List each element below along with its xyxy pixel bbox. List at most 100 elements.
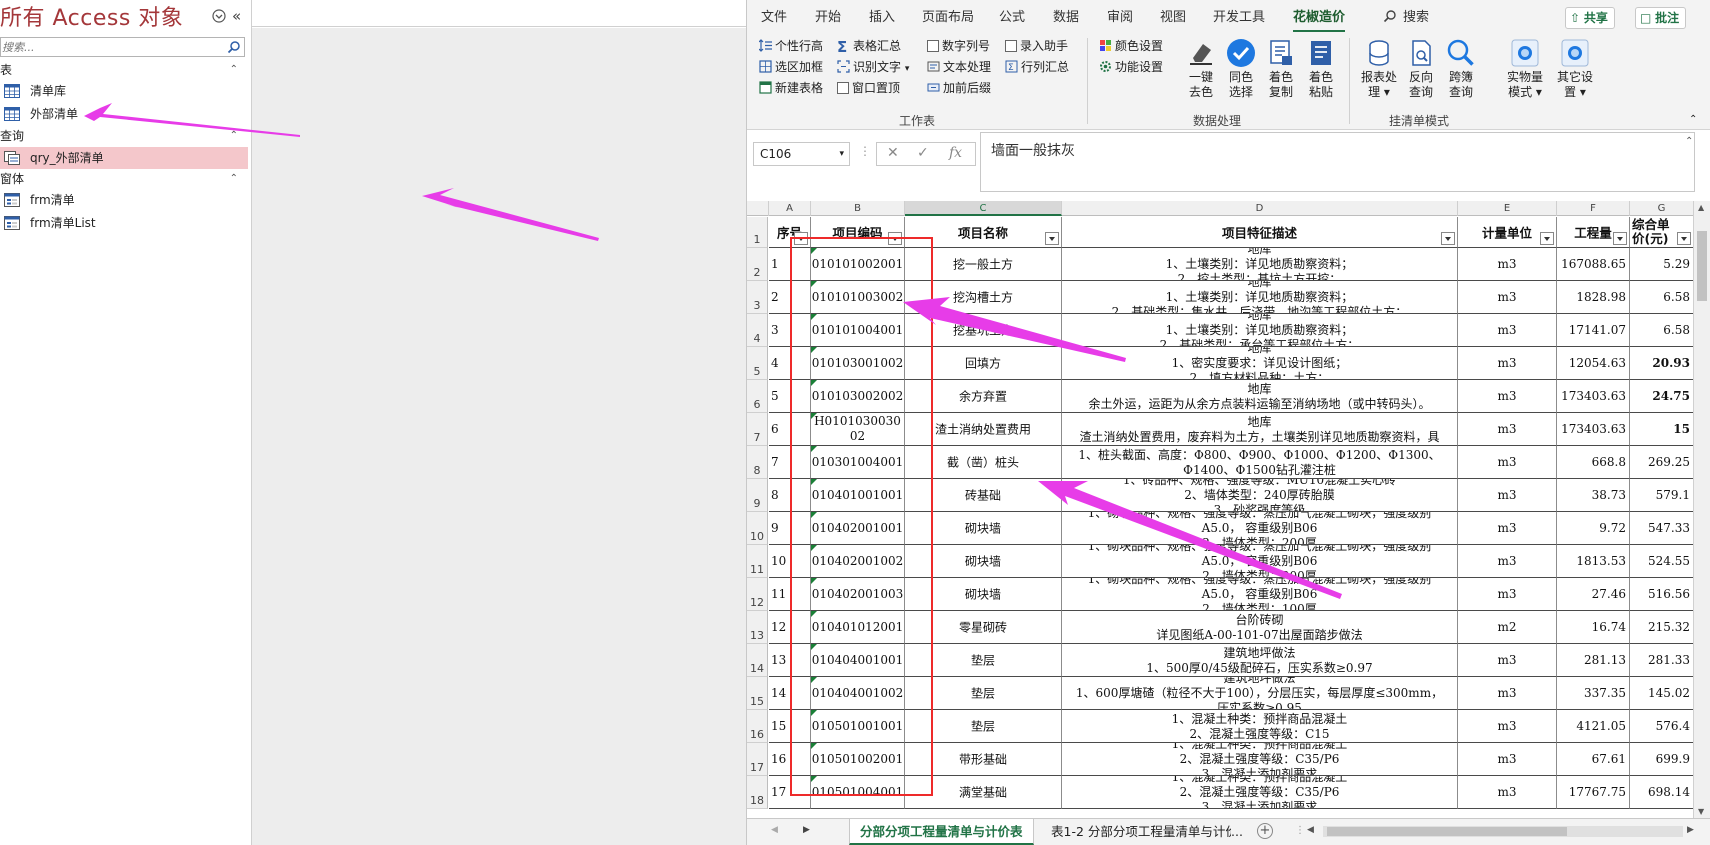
cell-item-name[interactable]: 挖沟槽土方 xyxy=(905,281,1062,314)
sheet-tab[interactable]: 表1-2 分部分项工程量清单与计价表 xyxy=(1041,819,1231,845)
cell-quantity[interactable]: 16.74 xyxy=(1557,611,1630,644)
header-cell-e[interactable]: 计量单位 xyxy=(1458,217,1557,248)
enter-check-icon[interactable]: ✓ xyxy=(917,145,929,161)
cell-quantity[interactable]: 173403.63 xyxy=(1557,413,1630,446)
cell-unit-price[interactable]: 24.75 xyxy=(1630,380,1694,413)
cell-unit[interactable]: m3 xyxy=(1458,578,1557,611)
cell-item-code[interactable]: 010404001001 xyxy=(811,644,905,677)
cell-quantity[interactable]: 4121.05 xyxy=(1557,710,1630,743)
cell-unit-price[interactable]: 6.58 xyxy=(1630,281,1694,314)
cell-item-description[interactable]: 地库 余土外运，运距为从余方点装料运输至消纳场地（或中转码头）。 xyxy=(1062,380,1458,413)
cell-quantity[interactable]: 668.8 xyxy=(1557,446,1630,479)
row-header[interactable]: 3 xyxy=(747,281,768,314)
nav-group-tables[interactable]: 表 ⌃ xyxy=(0,61,248,79)
cell-quantity[interactable]: 337.35 xyxy=(1557,677,1630,710)
cell-unit-price[interactable]: 516.56 xyxy=(1630,578,1694,611)
scrollbar-thumb[interactable] xyxy=(1697,231,1707,301)
cell-item-code[interactable]: 010402001001 xyxy=(811,512,905,545)
prev-sheet-icon[interactable]: ◀ xyxy=(771,825,778,835)
cell-item-description[interactable]: 地库 1、土壤类别：详见地质勘察资料； 2、挖土类型：基坑土方开挖； xyxy=(1062,248,1458,281)
cell-item-description[interactable]: 1、桩头截面、高度：Φ800、Φ900、Φ1000、Φ1200、Φ1300、 Φ1… xyxy=(1062,446,1458,479)
cell-item-description[interactable]: 地库 1、密实度要求：详见设计图纸； 2、填方材料品种：土方； xyxy=(1062,347,1458,380)
cell-item-code[interactable]: 010501002001 xyxy=(811,743,905,776)
cell-item-name[interactable]: 砌块墙 xyxy=(905,578,1062,611)
search-icon[interactable] xyxy=(227,40,241,54)
cell-quantity[interactable]: 1828.98 xyxy=(1557,281,1630,314)
cell-item-description[interactable]: 建筑地坪做法 1、500厚0/45级配碎石，压实系数≥0.97 xyxy=(1062,644,1458,677)
cell-seq[interactable]: 16 xyxy=(769,743,811,776)
cell-item-description[interactable]: 1、砌块品种、规格、强度等级：蒸压加气混凝土砌块，强度级别 A5.0， 容重级别B… xyxy=(1062,512,1458,545)
btn-select-same-color[interactable]: 同色 选择 xyxy=(1223,38,1259,100)
tab-insert[interactable]: 插入 xyxy=(869,8,895,28)
chk-numeric-column[interactable]: 数字列号 xyxy=(927,36,990,56)
btn-color-settings[interactable]: 颜色设置 xyxy=(1099,36,1163,56)
add-sheet-icon[interactable]: + xyxy=(1257,823,1273,839)
cell-seq[interactable]: 1 xyxy=(769,248,811,281)
cell-seq[interactable]: 13 xyxy=(769,644,811,677)
cell-unit[interactable]: m3 xyxy=(1458,545,1557,578)
header-cell-c[interactable]: 项目名称 xyxy=(905,217,1062,248)
name-box[interactable]: C106 ▾ xyxy=(753,142,850,166)
cell-item-name[interactable]: 挖基坑土方 xyxy=(905,314,1062,347)
header-cell-b[interactable]: 项目编码 xyxy=(811,217,905,248)
cell-item-code[interactable]: 010501004001 xyxy=(811,776,905,809)
column-header-a[interactable]: A xyxy=(769,201,811,216)
cell-item-description[interactable]: 建筑地坪做法 1、600厚塘碴（粒径不大于100），分层压实，每层厚度≤300mm… xyxy=(1062,677,1458,710)
row-header[interactable]: 10 xyxy=(747,512,768,545)
cell-seq[interactable]: 9 xyxy=(769,512,811,545)
tab-developer[interactable]: 开发工具 xyxy=(1213,8,1265,28)
cell-unit-price[interactable]: 524.55 xyxy=(1630,545,1694,578)
row-header[interactable]: 2 xyxy=(747,248,768,281)
cell-quantity[interactable]: 67.61 xyxy=(1557,743,1630,776)
cell-unit[interactable]: m3 xyxy=(1458,314,1557,347)
nav-item-query-qry-waibuqingdan[interactable]: qry_外部清单 xyxy=(0,147,248,169)
chk-input-assistant[interactable]: 录入助手 xyxy=(1005,36,1068,56)
cell-unit-price[interactable]: 698.14 xyxy=(1630,776,1694,809)
filter-dropdown-icon[interactable] xyxy=(1441,232,1455,245)
nav-menu-chevron-icon[interactable] xyxy=(212,9,226,27)
row-header[interactable]: 11 xyxy=(747,545,768,578)
insert-function-icon[interactable]: fx xyxy=(949,145,962,161)
collapse-chevron-icon[interactable]: ⌃ xyxy=(230,61,238,79)
cell-item-name[interactable]: 回填方 xyxy=(905,347,1062,380)
vertical-scrollbar[interactable]: ▲ ▼ xyxy=(1693,201,1710,818)
cell-seq[interactable]: 5 xyxy=(769,380,811,413)
cell-quantity[interactable]: 281.13 xyxy=(1557,644,1630,677)
column-header-d[interactable]: D xyxy=(1062,201,1458,216)
cell-unit-price[interactable]: 281.33 xyxy=(1630,644,1694,677)
cell-item-description[interactable]: 1、混凝土种类：预拌商品混凝土 2、混凝土强度等级：C35/P6 3、混凝土添加剂要… xyxy=(1062,776,1458,809)
tab-review[interactable]: 审阅 xyxy=(1107,8,1133,28)
nav-group-queries[interactable]: 查询 ⌃ xyxy=(0,127,248,145)
row-header[interactable]: 12 xyxy=(747,578,768,611)
spreadsheet-grid[interactable]: ABCDEFG 1 序号 项目编码 项目名称 项目特征描述 计量单位 工程量 综合单 价(元)… xyxy=(747,201,1710,818)
dropdown-arrow-icon[interactable]: ▾ xyxy=(839,143,844,165)
cell-item-code[interactable]: 010402001003 xyxy=(811,578,905,611)
btn-custom-row-height[interactable]: 个性行高 xyxy=(759,36,823,56)
filter-dropdown-icon[interactable] xyxy=(1613,232,1627,245)
row-header[interactable]: 14 xyxy=(747,644,768,677)
cell-unit-price[interactable]: 145.02 xyxy=(1630,677,1694,710)
collapse-chevron-icon[interactable]: ⌃ xyxy=(230,170,238,188)
nav-item-form-frmqingdan[interactable]: frm清单 xyxy=(0,189,248,211)
row-header[interactable]: 1 xyxy=(747,217,768,248)
cell-unit[interactable]: m3 xyxy=(1458,479,1557,512)
formula-input[interactable]: 墙面一般抹灰 xyxy=(980,132,1695,192)
cell-quantity[interactable]: 12054.63 xyxy=(1557,347,1630,380)
select-all-corner[interactable] xyxy=(747,201,769,216)
cell-quantity[interactable]: 167088.65 xyxy=(1557,248,1630,281)
cell-quantity[interactable]: 27.46 xyxy=(1557,578,1630,611)
cell-item-description[interactable]: 台阶砖砌 详见图纸A-00-101-07出屋面踏步做法 xyxy=(1062,611,1458,644)
cell-item-code[interactable]: 010101004001 xyxy=(811,314,905,347)
btn-new-table[interactable]: 新建表格 xyxy=(759,78,823,98)
row-header[interactable]: 13 xyxy=(747,611,768,644)
cell-unit-price[interactable]: 547.33 xyxy=(1630,512,1694,545)
cell-item-description[interactable]: 1、砌块品种、规格、强度等级：蒸压加气混凝土砌块，强度级别 A5.0， 容重级别B… xyxy=(1062,545,1458,578)
cell-item-code[interactable]: 010401012001 xyxy=(811,611,905,644)
btn-add-prefix-suffix[interactable]: 加前后缀 xyxy=(927,78,991,98)
cell-quantity[interactable]: 17767.75 xyxy=(1557,776,1630,809)
cell-unit-price[interactable]: 699.9 xyxy=(1630,743,1694,776)
cell-quantity[interactable]: 9.72 xyxy=(1557,512,1630,545)
row-header[interactable]: 8 xyxy=(747,446,768,479)
cell-item-code[interactable]: 010103001002 xyxy=(811,347,905,380)
hscroll-left-icon[interactable]: ◀ xyxy=(1307,825,1314,835)
